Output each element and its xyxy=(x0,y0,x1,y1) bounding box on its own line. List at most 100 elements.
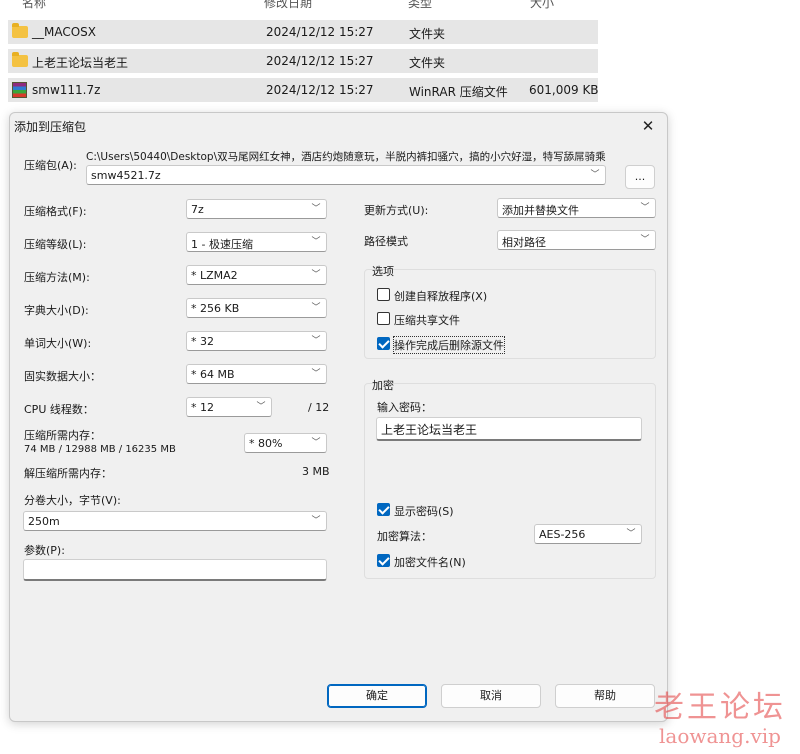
folder-icon xyxy=(12,52,28,67)
checkbox-icon xyxy=(377,312,390,325)
memory-usage-select[interactable]: * 80% ﹀ xyxy=(244,433,327,453)
browse-button[interactable]: ... xyxy=(625,165,655,189)
memory-usage-value: * 80% xyxy=(249,437,283,450)
chevron-down-icon: ﹀ xyxy=(311,270,321,280)
file-name: 上老王论坛当老王 xyxy=(32,56,129,70)
split-label: 分卷大小，字节(V): xyxy=(24,494,121,507)
file-date: 2024/12/12 15:27 xyxy=(266,83,374,97)
checkbox-icon xyxy=(377,288,390,301)
archive-name-value: smw4521.7z xyxy=(91,169,161,182)
level-label: 压缩等级(L): xyxy=(24,238,87,251)
word-value: * 32 xyxy=(191,335,214,348)
file-list-header: 名称 修改日期 类型 大小 xyxy=(0,0,600,10)
encrypt-names-label: 加密文件名(N) xyxy=(394,556,466,569)
format-label: 压缩格式(F): xyxy=(24,205,87,218)
solid-value: * 64 MB xyxy=(191,368,235,381)
split-size-combo[interactable]: 250m ﹀ xyxy=(23,511,327,531)
level-value: 1 - 极速压缩 xyxy=(191,238,253,251)
update-mode-select[interactable]: 添加并替换文件 ﹀ xyxy=(497,198,656,218)
split-size-value: 250m xyxy=(28,515,60,528)
chevron-down-icon: ﹀ xyxy=(311,369,321,379)
solid-label: 固实数据大小： xyxy=(24,370,101,383)
file-date: 2024/12/12 15:27 xyxy=(266,25,374,39)
file-row[interactable]: 上老王论坛当老王 2024/12/12 15:27 文件夹 xyxy=(8,49,598,73)
cpu-max: / 12 xyxy=(308,401,330,414)
chevron-down-icon: ﹀ xyxy=(256,402,266,412)
encryption-method-value: AES-256 xyxy=(539,528,586,541)
delete-after-label: 操作完成后删除源文件 xyxy=(393,336,505,354)
watermark-cn: 老王论坛 xyxy=(654,690,786,725)
password-input[interactable]: 上老王论坛当老王 xyxy=(376,417,642,441)
chevron-down-icon: ﹀ xyxy=(640,235,650,245)
word-select[interactable]: * 32 ﹀ xyxy=(186,331,327,351)
path-mode-value: 相对路径 xyxy=(502,236,546,249)
file-type: WinRAR 压缩文件 xyxy=(409,85,508,99)
options-title: 选项 xyxy=(372,265,394,278)
solid-select[interactable]: * 64 MB ﹀ xyxy=(186,364,327,384)
column-type[interactable]: 类型 xyxy=(408,0,432,10)
file-row[interactable]: __MACOSX 2024/12/12 15:27 文件夹 xyxy=(8,20,598,44)
folder-icon xyxy=(12,23,28,38)
file-row[interactable]: smw111.7z 2024/12/12 15:27 WinRAR 压缩文件 6… xyxy=(8,78,599,102)
params-input[interactable] xyxy=(23,559,327,581)
level-select[interactable]: 1 - 极速压缩 ﹀ xyxy=(186,232,327,252)
dict-label: 字典大小(D): xyxy=(24,304,89,317)
ok-button[interactable]: 确定 xyxy=(327,684,427,708)
decomp-memory-value: 3 MB xyxy=(302,465,330,478)
file-name: __MACOSX xyxy=(32,25,97,39)
method-value: * LZMA2 xyxy=(191,269,238,282)
cancel-button[interactable]: 取消 xyxy=(441,684,541,708)
dialog-title: 添加到压缩包 xyxy=(14,120,87,134)
file-type: 文件夹 xyxy=(409,27,446,41)
format-select[interactable]: 7z ﹀ xyxy=(186,199,327,219)
encryption-title: 加密 xyxy=(372,379,394,392)
compress-shared-label: 压缩共享文件 xyxy=(394,314,460,327)
chevron-down-icon: ﹀ xyxy=(311,438,321,448)
archive-path: C:\Users\50440\Desktop\双马尾网红女神，酒店约炮随意玩，半… xyxy=(86,151,606,163)
watermark-en: laowang.vip xyxy=(659,724,781,748)
memory-label: 压缩所需内存： xyxy=(24,429,101,442)
file-date: 2024/12/12 15:27 xyxy=(266,54,374,68)
path-mode-label: 路径模式 xyxy=(364,235,408,248)
chevron-down-icon: ﹀ xyxy=(311,303,321,313)
file-type: 文件夹 xyxy=(409,56,446,70)
encryption-method-label: 加密算法： xyxy=(377,530,432,543)
add-to-archive-dialog: 添加到压缩包 ✕ 压缩包(A): C:\Users\50440\Desktop\… xyxy=(9,112,668,722)
dict-select[interactable]: * 256 KB ﹀ xyxy=(186,298,327,318)
decomp-memory-label: 解压缩所需内存： xyxy=(24,467,112,480)
archive-name-combo[interactable]: smw4521.7z ﹀ xyxy=(86,165,606,185)
file-size: 601,009 KB xyxy=(529,83,599,97)
path-mode-select[interactable]: 相对路径 ﹀ xyxy=(497,230,656,250)
method-label: 压缩方法(M): xyxy=(24,271,90,284)
chevron-down-icon: ﹀ xyxy=(311,336,321,346)
create-sfx-label: 创建自释放程序(X) xyxy=(394,290,488,303)
column-date[interactable]: 修改日期 xyxy=(264,0,312,10)
password-label: 输入密码： xyxy=(377,401,432,414)
checkmark-icon xyxy=(377,503,390,516)
file-name: smw111.7z xyxy=(32,83,101,97)
cpu-value: * 12 xyxy=(191,401,214,414)
close-icon: ✕ xyxy=(641,117,655,135)
chevron-down-icon: ﹀ xyxy=(590,170,600,180)
memory-detail: 74 MB / 12988 MB / 16235 MB xyxy=(24,444,176,455)
show-password-label: 显示密码(S) xyxy=(394,505,454,518)
archive-label: 压缩包(A): xyxy=(24,159,77,172)
dict-value: * 256 KB xyxy=(191,302,240,315)
column-name[interactable]: 名称 xyxy=(22,0,46,10)
help-button[interactable]: 帮助 xyxy=(555,684,655,708)
word-label: 单词大小(W): xyxy=(24,337,92,350)
method-select[interactable]: * LZMA2 ﹀ xyxy=(186,265,327,285)
column-size[interactable]: 大小 xyxy=(530,0,554,10)
cpu-select[interactable]: * 12 ﹀ xyxy=(186,397,272,417)
winrar-archive-icon xyxy=(12,82,27,98)
chevron-down-icon: ﹀ xyxy=(311,516,321,526)
params-label: 参数(P): xyxy=(24,544,65,557)
close-button[interactable]: ✕ xyxy=(637,115,659,137)
cpu-label: CPU 线程数： xyxy=(24,403,94,416)
encryption-method-select[interactable]: AES-256 ﹀ xyxy=(534,524,642,544)
chevron-down-icon: ﹀ xyxy=(626,529,636,539)
site-watermark: 老王论坛 laowang.vip xyxy=(654,682,786,748)
update-mode-value: 添加并替换文件 xyxy=(502,204,579,217)
chevron-down-icon: ﹀ xyxy=(311,204,321,214)
chevron-down-icon: ﹀ xyxy=(311,237,321,247)
